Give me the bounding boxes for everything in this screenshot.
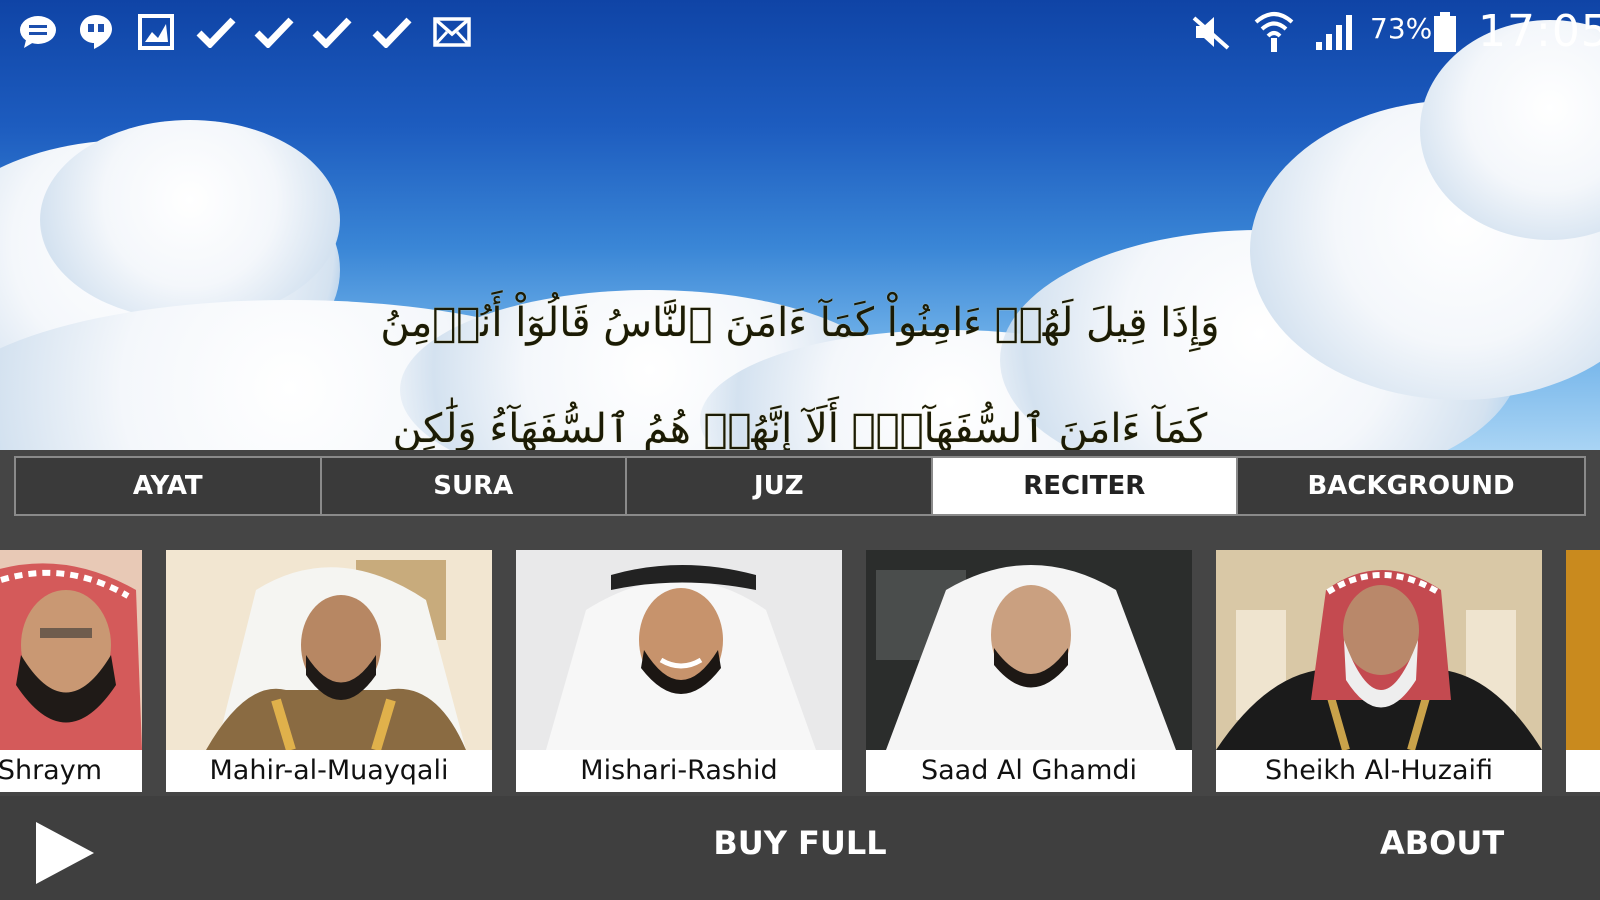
buy-full-button[interactable]: BUY FULL: [700, 824, 900, 862]
battery-icon: [1432, 10, 1458, 54]
tab-bar: AYAT SURA JUZ RECITER BACKGROUND: [14, 456, 1586, 516]
about-button[interactable]: ABOUT: [1380, 824, 1504, 862]
reciter-card[interactable]: Mahir-al-Muayqali: [166, 550, 492, 792]
mail-icon: [430, 12, 474, 52]
chat-bubble-icon: [16, 12, 60, 52]
play-icon[interactable]: [30, 818, 100, 888]
tab-juz[interactable]: JUZ: [627, 458, 933, 514]
verse-line-1: وَإِذَا قِيلَ لَهُمۡ ءَامِنُواْ كَمَآ ءَ…: [380, 300, 1220, 346]
verse-line-2: كَمَآ ءَامَنَ ٱلسُّفَهَآءُۗ أَلَآ إِنَّه…: [392, 406, 1208, 450]
check-icon: [252, 12, 296, 52]
reciter-photo: [1566, 550, 1600, 750]
signal-icon: [1314, 10, 1358, 54]
status-bar: 73% 17:05: [0, 0, 1600, 64]
hangouts-icon: [74, 12, 118, 52]
reciter-name: Sheikh Al-Huzaifi: [1216, 750, 1542, 792]
reciter-card[interactable]: Mishari-Rashid: [516, 550, 842, 792]
reciter-name: Saad Al Ghamdi: [866, 750, 1192, 792]
verse-display: وَإِذَا قِيلَ لَهُمۡ ءَامِنُواْ كَمَآ ءَ…: [0, 0, 1600, 450]
reciter-name: -Shraym: [0, 750, 142, 792]
reciter-name: Mahir-al-Muayqali: [166, 750, 492, 792]
reciter-photo: [0, 550, 142, 750]
reciter-photo: [166, 550, 492, 750]
bottom-bar: BUY FULL ABOUT: [0, 796, 1600, 900]
check-icon: [370, 12, 414, 52]
check-icon: [310, 12, 354, 52]
reciter-photo: [516, 550, 842, 750]
reciter-list[interactable]: -Shraym Mahir-al-Muayqali: [0, 520, 1600, 796]
tab-sura[interactable]: SURA: [322, 458, 627, 514]
reciter-photo: [1216, 550, 1542, 750]
tab-background[interactable]: BACKGROUND: [1238, 458, 1584, 514]
reciter-card[interactable]: Saad Al Ghamdi: [866, 550, 1192, 792]
reciter-card[interactable]: -Shraym: [0, 550, 142, 792]
tab-reciter[interactable]: RECITER: [932, 458, 1238, 514]
wifi-icon: [1254, 10, 1294, 54]
reciter-name: Mishari-Rashid: [516, 750, 842, 792]
tab-ayat[interactable]: AYAT: [16, 458, 322, 514]
mute-icon: [1192, 10, 1232, 54]
cloud: [40, 120, 340, 320]
reciter-card[interactable]: Sheikh Al-Huzaifi: [1216, 550, 1542, 792]
gallery-icon: [134, 12, 178, 52]
battery-percent: 73%: [1370, 12, 1433, 45]
reciter-photo: [866, 550, 1192, 750]
reciter-card[interactable]: [1566, 550, 1600, 792]
clock: 17:05: [1478, 6, 1600, 57]
check-icon: [194, 12, 238, 52]
